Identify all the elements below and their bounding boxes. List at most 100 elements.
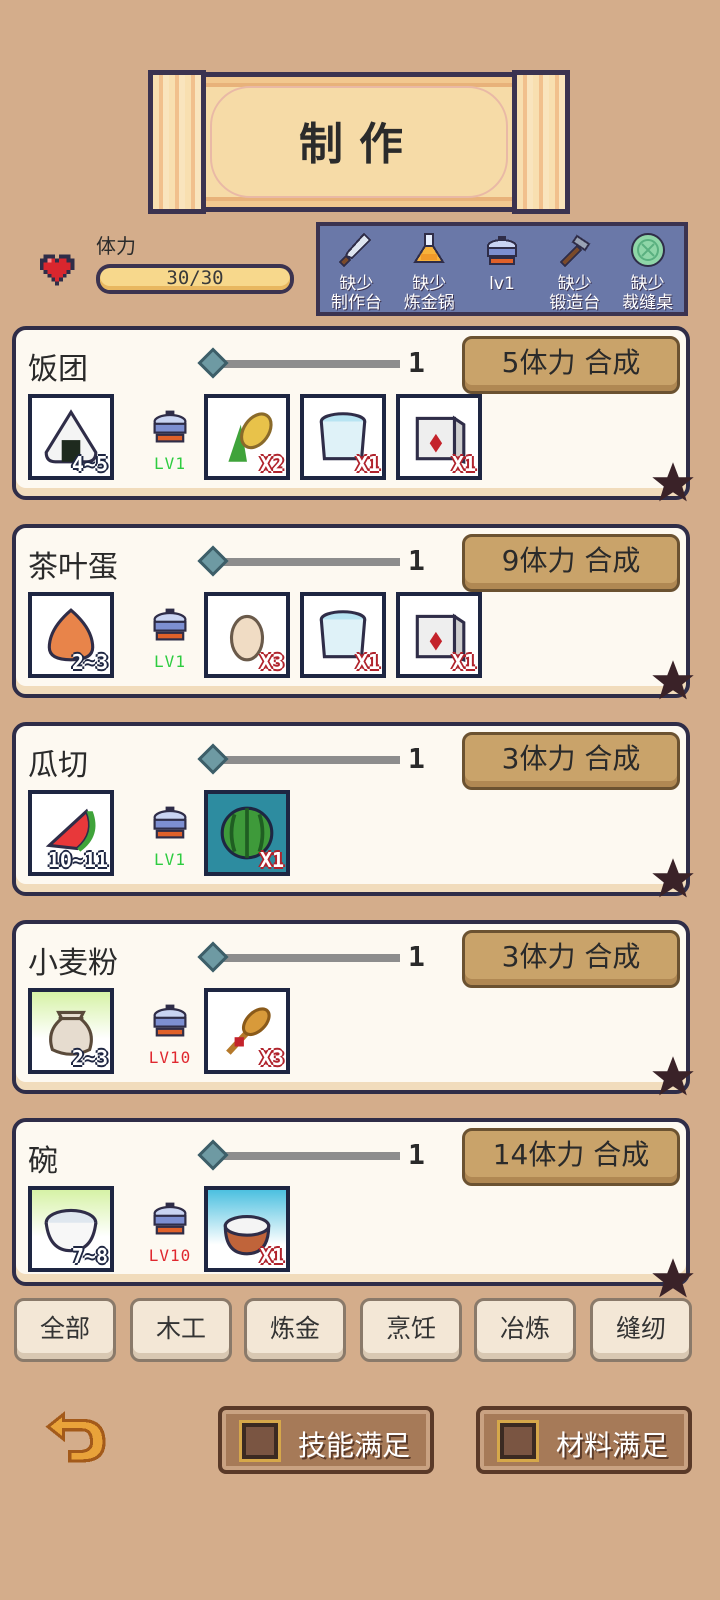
station-level: lv1: [489, 274, 515, 294]
slider-knob[interactable]: [197, 743, 229, 775]
output-slot[interactable]: 7~8: [28, 1186, 114, 1272]
category-tabs: 全部 木工 炼金 烹饪 冶炼 缝纫: [14, 1298, 694, 1364]
pot-icon: [153, 410, 187, 443]
tab-alchemy[interactable]: 炼金: [244, 1298, 346, 1362]
ingredient-count: X3: [259, 1046, 284, 1070]
stamina-bar: 30/30: [96, 264, 294, 294]
station-requirement: LV1: [140, 800, 200, 869]
required-level: LV10: [148, 1246, 192, 1265]
slider-knob[interactable]: [197, 941, 229, 973]
tab-woodwork[interactable]: 木工: [130, 1298, 232, 1362]
stamina-value: 30/30: [166, 267, 224, 289]
station-status: 缺少: [557, 274, 592, 294]
pot-icon: [153, 608, 187, 641]
ingredient-slot[interactable]: X1: [396, 394, 482, 480]
pot-icon: [486, 236, 517, 265]
back-arrow-icon[interactable]: [44, 1408, 108, 1464]
station-alchemy-pot[interactable]: 缺少 炼金锅: [394, 230, 464, 313]
stamina-label: 体力: [96, 234, 136, 258]
ingredient-count: X1: [259, 848, 284, 872]
material-filter-toggle[interactable]: 材料满足: [476, 1406, 692, 1474]
recipe-card[interactable]: 瓜切 1 3体力 合成 10~11 LV1 X1: [12, 722, 694, 898]
quantity-slider[interactable]: [197, 1139, 400, 1171]
quantity-slider[interactable]: [197, 347, 400, 379]
station-status: 缺少: [339, 274, 374, 294]
slider-knob[interactable]: [197, 347, 229, 379]
output-slot[interactable]: 2~3: [28, 988, 114, 1074]
tab-smelting[interactable]: 冶炼: [474, 1298, 576, 1362]
ingredient-slot[interactable]: X2: [204, 394, 290, 480]
output-count: 4~5: [71, 452, 108, 476]
ingredient-slot[interactable]: X1: [204, 790, 290, 876]
ingredient-slot[interactable]: X1: [396, 592, 482, 678]
quantity-slider[interactable]: [197, 545, 400, 577]
material-filter-label: 材料满足: [556, 1429, 669, 1462]
ingredient-count: X3: [259, 650, 284, 674]
recipe-card[interactable]: 小麦粉 1 3体力 合成 2~3 LV10 X3: [12, 920, 694, 1096]
output-count: 2~3: [71, 650, 108, 674]
ingredient-slot[interactable]: X3: [204, 988, 290, 1074]
quantity-value: 1: [408, 940, 425, 973]
station-workbench[interactable]: 缺少 制作台: [321, 230, 391, 313]
yarn-icon: [630, 233, 665, 267]
station-status: 缺少: [630, 274, 665, 294]
favorite-star-icon[interactable]: [650, 856, 696, 902]
recipe-name: 瓜切: [28, 748, 88, 783]
material-filter-checkbox[interactable]: [500, 1423, 536, 1459]
recipe-card[interactable]: 茶叶蛋 1 9体力 合成 2~3 LV1 X3 X1 X1: [12, 524, 694, 700]
recipe-card[interactable]: 碗 1 14体力 合成 7~8 LV10 X1: [12, 1118, 694, 1298]
craft-button[interactable]: 9体力 合成: [462, 534, 680, 592]
skill-filter-toggle[interactable]: 技能满足: [218, 1406, 434, 1474]
craft-button[interactable]: 3体力 合成: [462, 930, 680, 988]
favorite-star-icon[interactable]: [650, 1054, 696, 1100]
ingredient-slot[interactable]: X1: [300, 592, 386, 678]
tab-cooking[interactable]: 烹饪: [360, 1298, 462, 1362]
ingredient-count: X1: [355, 452, 380, 476]
station-requirement: LV1: [140, 602, 200, 671]
station-status: 缺少: [412, 274, 447, 294]
skill-filter-checkbox[interactable]: [242, 1423, 278, 1459]
pot-icon: [153, 1004, 187, 1037]
slider-knob[interactable]: [197, 1139, 229, 1171]
quantity-slider[interactable]: [197, 743, 400, 775]
recipe-card[interactable]: 饭团 1 5体力 合成 4~5 LV1 X2 X1 X1: [12, 326, 694, 502]
craft-button[interactable]: 3体力 合成: [462, 732, 680, 790]
ingredient-slot[interactable]: X3: [204, 592, 290, 678]
output-slot[interactable]: 2~3: [28, 592, 114, 678]
ingredient-count: X1: [355, 650, 380, 674]
tab-all[interactable]: 全部: [14, 1298, 116, 1362]
ingredient-slot[interactable]: X1: [204, 1186, 290, 1272]
hammer-icon: [559, 234, 591, 268]
station-forge[interactable]: 缺少 锻造台: [540, 230, 610, 313]
heart-icon: [39, 254, 75, 286]
knife-icon: [338, 232, 372, 268]
station-requirement: LV10: [140, 1196, 200, 1265]
station-requirement: LV1: [140, 404, 200, 473]
slider-knob[interactable]: [197, 545, 229, 577]
quantity-value: 1: [408, 544, 425, 577]
ingredient-count: X2: [259, 452, 284, 476]
recipe-name: 碗: [28, 1144, 58, 1179]
craft-button[interactable]: 5体力 合成: [462, 336, 680, 394]
favorite-star-icon[interactable]: [650, 1256, 696, 1302]
station-cooking-pot[interactable]: lv1: [467, 230, 537, 294]
output-slot[interactable]: 4~5: [28, 394, 114, 480]
tab-sewing[interactable]: 缝纫: [590, 1298, 692, 1362]
quantity-value: 1: [408, 1138, 425, 1171]
quantity-slider[interactable]: [197, 941, 400, 973]
station-tailor-table[interactable]: 缺少 裁缝桌: [613, 230, 683, 313]
craft-button[interactable]: 14体力 合成: [462, 1128, 680, 1186]
station-name: 锻造台: [549, 293, 601, 313]
output-slot[interactable]: 10~11: [28, 790, 114, 876]
quantity-value: 1: [408, 742, 425, 775]
ingredient-slot[interactable]: X1: [300, 394, 386, 480]
favorite-star-icon[interactable]: [650, 658, 696, 704]
favorite-star-icon[interactable]: [650, 460, 696, 506]
required-level: LV1: [154, 652, 186, 671]
output-count: 7~8: [71, 1244, 108, 1268]
ingredient-count: X1: [451, 452, 476, 476]
required-level: LV10: [148, 1048, 192, 1067]
page-title: 制作: [299, 119, 419, 170]
station-requirement: LV10: [140, 998, 200, 1067]
skill-filter-label: 技能满足: [298, 1429, 411, 1462]
